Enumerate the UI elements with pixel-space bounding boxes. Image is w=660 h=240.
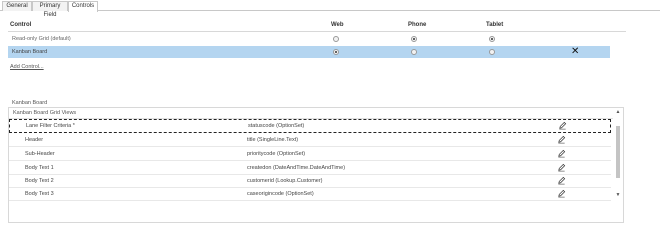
pencil-icon[interactable] (557, 176, 566, 185)
column-header-tablet: Tablet (486, 22, 504, 28)
tab-controls[interactable]: Controls (68, 1, 98, 12)
column-header-control: Control (10, 22, 32, 28)
property-label: Header (25, 137, 44, 143)
phone-radio[interactable] (411, 36, 417, 42)
pencil-icon[interactable] (557, 163, 566, 172)
column-header-web: Web (331, 22, 344, 28)
kanban-properties-panel: Kanban Board Grid Views Lane Filter Crit… (8, 107, 624, 223)
web-radio[interactable] (333, 36, 339, 42)
pencil-icon[interactable] (558, 121, 567, 130)
tablet-radio[interactable] (489, 36, 495, 42)
property-label: Body Text 2 (25, 178, 54, 184)
close-icon[interactable]: ✕ (571, 47, 579, 57)
web-radio[interactable] (333, 49, 339, 55)
phone-radio[interactable] (411, 49, 417, 55)
control-name: Kanban Board (12, 49, 48, 55)
scroll-up-arrow-icon[interactable]: ▲ (615, 110, 621, 115)
pencil-icon[interactable] (557, 149, 566, 158)
table-row[interactable]: Body Text 2 customerid (Lookup.Customer) (9, 175, 611, 188)
property-label: Body Text 1 (25, 165, 54, 171)
table-row[interactable]: Header title (SingleLine.Text) (9, 134, 611, 147)
add-control-link[interactable]: Add Control... (10, 63, 44, 71)
tab-primary-field[interactable]: Primary Field (32, 1, 68, 18)
property-value: createdon (DateAndTime.DateAndTime) (247, 165, 346, 171)
property-value: title (SingleLine.Text) (247, 137, 299, 143)
table-row[interactable]: Sub-Header prioritycode (OptionSet) (9, 148, 611, 161)
pencil-icon[interactable] (557, 189, 566, 198)
table-row[interactable]: Lane Filter Criteria * statuscode (Optio… (9, 119, 611, 133)
property-label: Sub-Header (25, 151, 55, 157)
control-name: Read-only Grid (default) (12, 36, 71, 42)
control-row-kanban-board[interactable]: Kanban Board ✕ (8, 46, 610, 58)
scroll-thumb[interactable] (616, 126, 620, 178)
table-row[interactable]: Body Text 3 caseorigincode (OptionSet) (9, 188, 611, 201)
control-row-read-only-grid[interactable]: Read-only Grid (default) (0, 34, 620, 44)
property-value: customerid (Lookup.Customer) (247, 178, 323, 184)
section-subtitle: Kanban Board Grid Views (13, 110, 77, 116)
tab-general[interactable]: General (2, 1, 32, 11)
scroll-down-arrow-icon[interactable]: ▼ (615, 193, 621, 198)
section-title: Kanban Board (12, 100, 48, 106)
pencil-icon[interactable] (557, 135, 566, 144)
property-label: Lane Filter Criteria * (26, 123, 75, 129)
tab-bar: General Primary Field Controls (0, 0, 660, 18)
column-header-phone: Phone (408, 22, 427, 28)
property-value: statuscode (OptionSet) (248, 123, 305, 129)
header-divider (8, 31, 626, 32)
property-label: Body Text 3 (25, 191, 54, 197)
tablet-radio[interactable] (489, 49, 495, 55)
vertical-scrollbar[interactable]: ▲ ▼ (615, 110, 621, 198)
property-value: caseorigincode (OptionSet) (247, 191, 314, 197)
table-row[interactable]: Body Text 1 createdon (DateAndTime.DateA… (9, 162, 611, 175)
property-value: prioritycode (OptionSet) (247, 151, 306, 157)
